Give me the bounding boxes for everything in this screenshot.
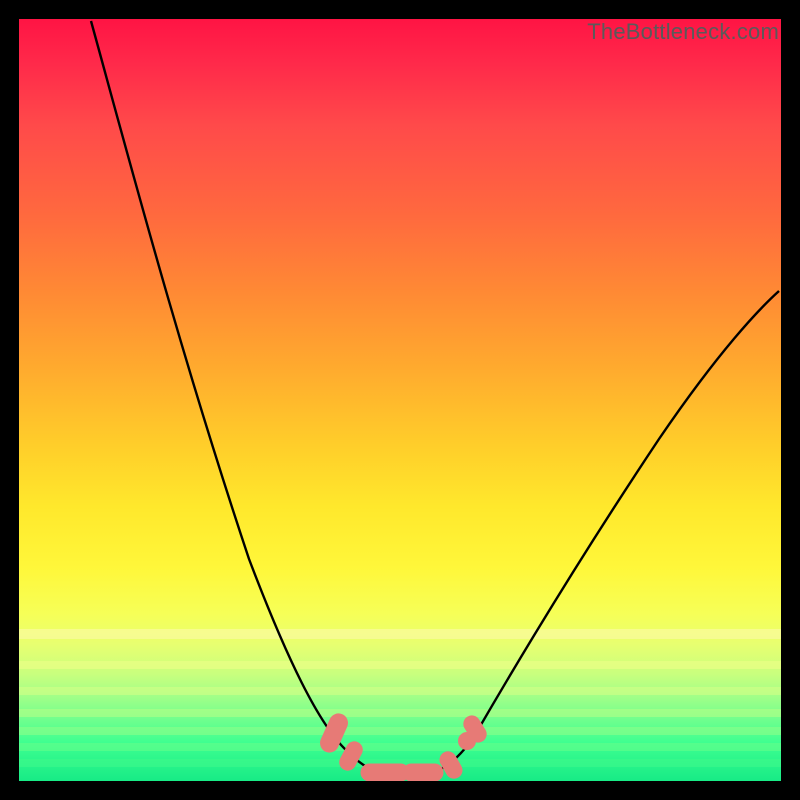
- chart-plot-area: [19, 19, 781, 781]
- bottom-bands: [19, 629, 781, 767]
- watermark-text: TheBottleneck.com: [587, 19, 779, 45]
- chart-overlay: [19, 19, 781, 781]
- chart-frame: TheBottleneck.com: [0, 0, 800, 800]
